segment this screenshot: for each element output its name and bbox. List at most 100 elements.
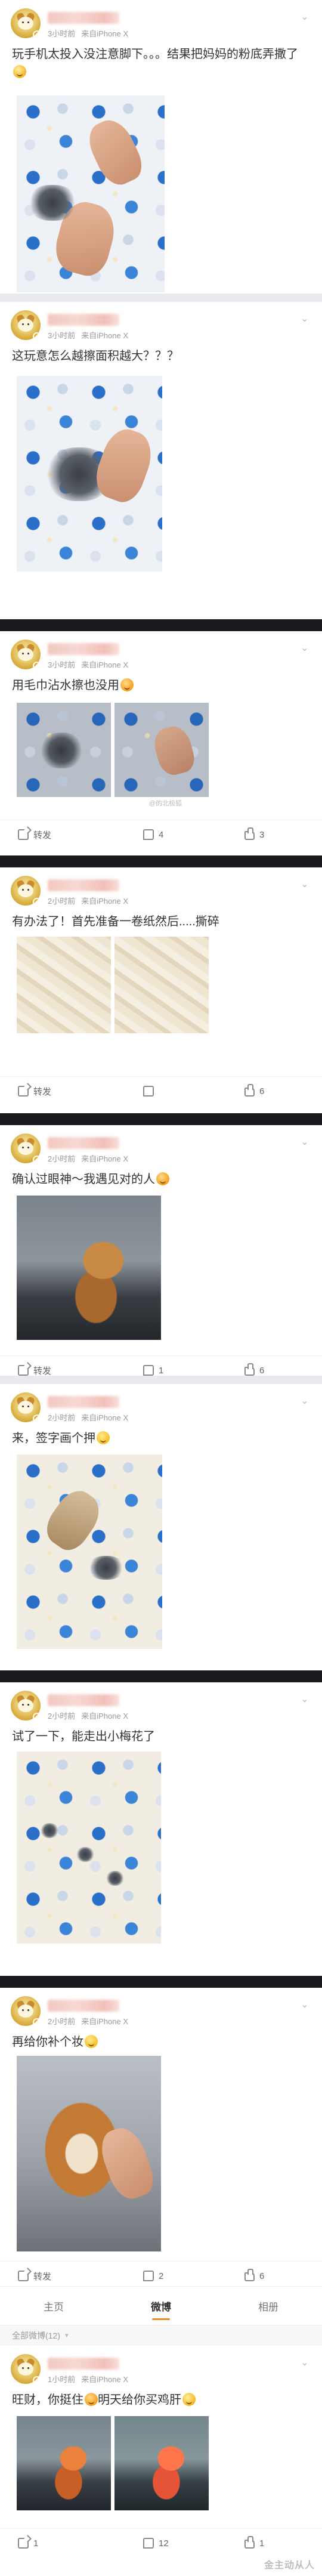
post-header: 2小时前 来自iPhone X ⌄ (0, 867, 322, 910)
vip-badge-icon (33, 332, 41, 340)
chevron-down-icon[interactable]: ⌄ (301, 13, 309, 22)
avatar[interactable] (11, 1392, 41, 1422)
vip-badge-icon (33, 2376, 41, 2384)
watermark: @的北极狐 (149, 800, 182, 807)
comment-button[interactable]: 4 (143, 820, 163, 849)
post-meta: 2小时前 来自iPhone X (48, 1712, 128, 1721)
chevron-down-icon[interactable]: ⌄ (301, 314, 309, 324)
post-image[interactable] (114, 937, 209, 1033)
post-meta: 3小时前 来自iPhone X (48, 331, 128, 340)
repost-icon (18, 2271, 29, 2281)
comment-icon (143, 2271, 154, 2281)
chevron-down-icon[interactable]: ⌄ (301, 880, 309, 889)
post-meta: 2小时前 来自iPhone X (48, 1413, 128, 1422)
tab-weibo[interactable]: 微博 (107, 2287, 215, 2325)
username-blurred[interactable] (48, 2358, 119, 2370)
vip-badge-icon (33, 1713, 41, 1721)
comment-button[interactable]: 12 (143, 2529, 169, 2558)
post-text: 试了一下，能走出小梅花了 (12, 1730, 155, 1743)
post-meta: 2小时前 来自iPhone X (48, 2017, 128, 2026)
comment-button[interactable] (143, 1077, 159, 1105)
repost-button[interactable]: 1 (18, 2529, 38, 2558)
username-blurred[interactable] (48, 643, 119, 655)
weibo-feed: 3小时前 来自iPhone X ⌄ 玩手机太投入没注意脚下。。。结果把妈妈的粉底弄… (0, 0, 322, 2576)
repost-icon (18, 829, 29, 840)
like-icon (244, 827, 255, 840)
repost-button[interactable]: 转发 (18, 820, 51, 849)
tab-home[interactable]: 主页 (0, 2287, 107, 2325)
vip-badge-icon (33, 1414, 41, 1422)
post-image[interactable] (17, 1454, 162, 1649)
post-image[interactable] (17, 376, 162, 572)
post-image[interactable] (17, 2416, 111, 2510)
avatar[interactable] (11, 310, 41, 340)
profile-tab-bar: 主页 微博 相册 (0, 2286, 322, 2325)
post-image[interactable] (17, 95, 165, 292)
like-icon (244, 2269, 255, 2281)
post: 3小时前 来自iPhone X ⌄ 用毛巾沾水擦也没用 转发 4 3 @的北极狐 (0, 631, 322, 867)
username-blurred[interactable] (48, 1694, 119, 1706)
avatar[interactable] (11, 1133, 41, 1163)
post-header: 3小时前 来自iPhone X ⌄ (0, 302, 322, 345)
like-button[interactable]: 3 (244, 820, 264, 849)
username-blurred[interactable] (48, 314, 119, 326)
chevron-down-icon[interactable]: ⌄ (301, 1695, 309, 1704)
post: 2小时前 来自iPhone X ⌄ 试了一下，能走出小梅花了 (0, 1682, 322, 1988)
post-header: 2小时前 来自iPhone X ⌄ (0, 1384, 322, 1427)
like-icon (244, 1084, 255, 1097)
action-bar: 转发 2 6 (0, 2261, 322, 2290)
avatar[interactable] (11, 876, 41, 906)
post: 2小时前 来自iPhone X ⌄ 来，签字画个押 (0, 1384, 322, 1682)
post: 2小时前 来自iPhone X ⌄ 有办法了！首先准备一卷纸然后.....撕碎 转… (0, 867, 322, 1125)
smile-emoji-icon (85, 2035, 98, 2048)
avatar[interactable] (11, 8, 41, 38)
post: 2小时前 来自iPhone X ⌄ 再给你补个妆 转发 2 6 (0, 1988, 322, 2286)
username-blurred[interactable] (48, 1137, 119, 1149)
post-text: 有办法了！首先准备一卷纸然后.....撕碎 (12, 915, 219, 928)
chevron-down-icon[interactable]: ⌄ (301, 644, 309, 653)
username-blurred[interactable] (48, 879, 119, 891)
post-text: 这玩意怎么越擦面积越大？？？ (12, 350, 179, 363)
post-text: 再给你补个妆 (0, 2031, 322, 2051)
post-text: 来，签字画个押 (0, 1427, 322, 1447)
post-image[interactable] (17, 2056, 161, 2251)
post-image[interactable] (17, 937, 111, 1033)
like-button[interactable]: 1 (244, 2529, 264, 2558)
avatar[interactable] (11, 1691, 41, 1721)
vip-badge-icon (33, 30, 41, 38)
username-blurred[interactable] (48, 12, 119, 24)
like-icon (244, 1363, 255, 1376)
post-image[interactable] (17, 1196, 161, 1340)
chevron-down-icon[interactable]: ⌄ (301, 1397, 309, 1406)
username-blurred[interactable] (48, 1396, 119, 1408)
grin-emoji-icon (120, 678, 134, 691)
comment-icon (143, 1086, 154, 1097)
post-image[interactable] (114, 2416, 209, 2510)
avatar[interactable] (11, 2354, 41, 2384)
vip-badge-icon (33, 898, 41, 906)
post-meta: 3小时前 来自iPhone X (48, 29, 128, 38)
post-image[interactable] (17, 1752, 161, 1944)
username-blurred[interactable] (48, 2000, 119, 2012)
chevron-down-icon[interactable]: ⌄ (301, 2000, 309, 2010)
post: 1小时前 来自iPhone X ⌄ 旺财，你挺住 明天给你买鸡肝 1 12 1 金主… (0, 2346, 322, 2576)
post-header: 3小时前 来自iPhone X ⌄ (0, 0, 322, 43)
chevron-down-icon[interactable]: ⌄ (301, 1138, 309, 1147)
site-watermark: 金主动从人 (264, 2560, 315, 2571)
all-weibo-filter[interactable]: 全部微博(12) ▼ (0, 2325, 322, 2346)
chevron-down-icon[interactable]: ⌄ (301, 2358, 309, 2368)
comment-icon (143, 2538, 154, 2549)
post-text: 旺财，你挺住 明天给你买鸡肝 (0, 2389, 322, 2409)
comment-icon (143, 829, 154, 840)
avatar[interactable] (11, 640, 41, 669)
post-image[interactable] (114, 703, 209, 797)
repost-button[interactable]: 转发 (18, 1077, 51, 1105)
repost-icon (18, 2538, 29, 2549)
like-button[interactable]: 6 (244, 1077, 264, 1105)
avatar[interactable] (11, 1996, 41, 2026)
post-image[interactable] (17, 703, 111, 797)
tab-album[interactable]: 相册 (215, 2287, 322, 2325)
repost-icon (18, 1086, 29, 1097)
smile-emoji-icon (97, 1431, 110, 1444)
post-header: 2小时前 来自iPhone X ⌄ (0, 1682, 322, 1725)
